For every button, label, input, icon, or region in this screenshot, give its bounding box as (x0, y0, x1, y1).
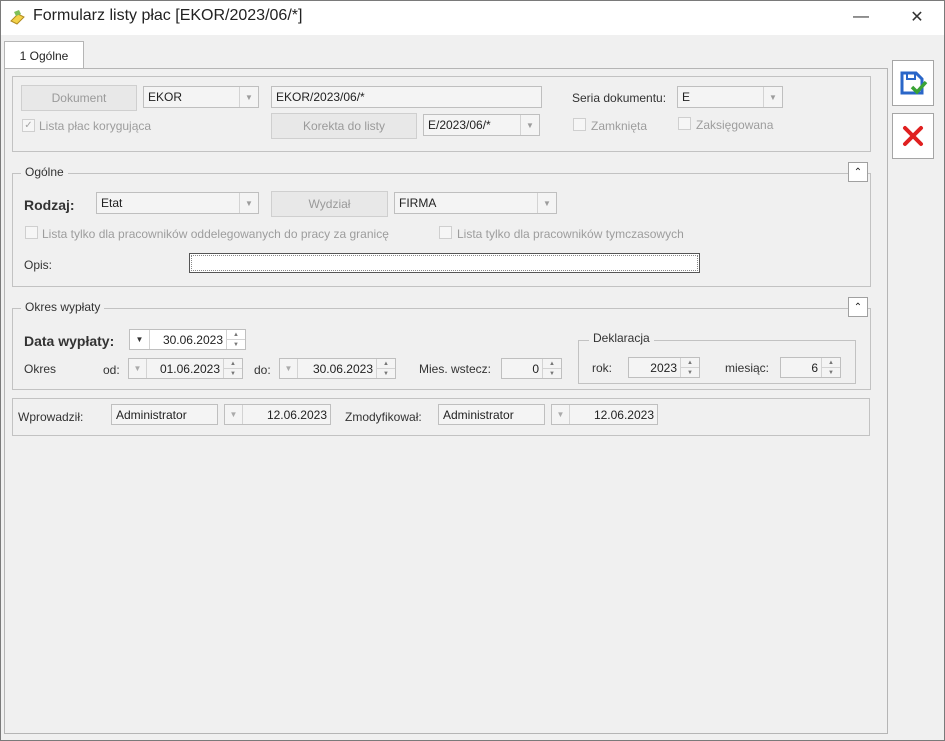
rodzaj-label: Rodzaj: (24, 197, 75, 213)
miesiac-value: 6 (811, 360, 818, 375)
do-label: do: (254, 363, 271, 377)
od-date-input[interactable]: ▼ 01.06.2023 ▲ ▼ (128, 358, 243, 379)
calendar-dropdown-icon[interactable]: ▼ (280, 359, 298, 378)
zamknieta-checkbox[interactable] (573, 118, 586, 131)
deklaracja-legend: Deklaracja (589, 331, 654, 345)
lista-korygujaca-label: Lista płac korygująca (39, 119, 152, 133)
spinner-icon[interactable]: ▲ ▼ (226, 330, 245, 349)
korekta-value: E/2023/06/* (428, 118, 491, 132)
spinner-icon[interactable]: ▲ ▼ (223, 359, 242, 378)
rok-value: 2023 (650, 360, 677, 375)
korekta-button-label: Korekta do listy (302, 119, 386, 133)
window-title: Formularz listy płac [EKOR/2023/06/*] (33, 7, 303, 24)
od-label: od: (103, 363, 120, 377)
double-chevron-up-icon: ⌃​ (853, 166, 863, 178)
chevron-down-icon: ▼ (239, 193, 258, 213)
mies-wstecz-label: Mies. wstecz: (419, 362, 492, 376)
app-icon (9, 9, 27, 25)
zmodyfikowal-user-field[interactable]: Administrator (438, 404, 545, 425)
dokument-number-field[interactable]: EKOR/2023/06/* (271, 86, 542, 108)
cancel-x-icon (903, 126, 923, 146)
rok-label: rok: (592, 361, 613, 375)
rodzaj-select[interactable]: Etat ▼ (96, 192, 259, 214)
dokument-number-value: EKOR/2023/06/* (276, 90, 365, 104)
double-chevron-up-icon: ⌃ (853, 301, 863, 313)
wprowadzil-user-field[interactable]: Administrator (111, 404, 218, 425)
od-date-value: 01.06.2023 (159, 361, 220, 376)
wprowadzil-date-field[interactable]: ▼ 12.06.2023 (224, 404, 331, 425)
tab-label: 1 Ogólne (19, 48, 69, 63)
do-date-value: 30.06.2023 (312, 361, 373, 376)
zmodyfikowal-user-value: Administrator (443, 407, 514, 422)
save-button[interactable] (892, 60, 934, 106)
miesiac-input[interactable]: 6 ▲ ▼ (780, 357, 841, 378)
zaksiegowana-checkbox[interactable] (678, 117, 691, 130)
zmodyfikowal-label: Zmodyfikował: (345, 410, 422, 424)
calendar-dropdown-icon[interactable]: ▼ (130, 330, 150, 349)
calendar-dropdown-icon[interactable]: ▼ (225, 405, 243, 424)
zamknieta-label: Zamknięta (591, 119, 648, 133)
rodzaj-value: Etat (101, 196, 123, 210)
okres-legend: Okres wypłaty (21, 300, 105, 314)
dokument-code-value: EKOR (148, 90, 183, 104)
wprowadzil-user-value: Administrator (116, 407, 187, 422)
chevron-down-icon: ▼ (520, 115, 539, 135)
okres-label: Okres (24, 362, 57, 376)
mies-wstecz-value: 0 (532, 361, 539, 376)
collapse-okres-button[interactable]: ⌃ (848, 297, 868, 317)
zaksiegowana-label: Zaksięgowana (696, 118, 774, 132)
chevron-down-icon: ▼ (239, 87, 258, 107)
korekta-select[interactable]: E/2023/06/* ▼ (423, 114, 540, 136)
do-date-input[interactable]: ▼ 30.06.2023 ▲ ▼ (279, 358, 396, 379)
zmodyfikowal-date-value: 12.06.2023 (593, 407, 654, 422)
chevron-down-icon: ▼ (537, 193, 556, 213)
dokument-button-label: Dokument (51, 91, 107, 105)
minimize-button[interactable]: — (846, 5, 876, 29)
calendar-dropdown-icon[interactable]: ▼ (552, 405, 570, 424)
opis-input[interactable] (189, 253, 700, 273)
save-check-icon (900, 71, 928, 95)
oddelegowani-label: Lista tylko dla pracowników oddelegowany… (42, 227, 389, 241)
spinner-icon[interactable]: ▲ ▼ (542, 359, 561, 378)
mies-wstecz-input[interactable]: 0 ▲ ▼ (501, 358, 562, 379)
ogolne-legend: Ogólne (21, 165, 68, 179)
seria-select[interactable]: E ▼ (677, 86, 783, 108)
lista-korygujaca-checkbox[interactable]: ✓ (22, 119, 35, 132)
wydzial-button[interactable]: Wydział (271, 191, 388, 217)
close-button[interactable]: ✕ (902, 5, 932, 29)
miesiac-label: miesiąc: (725, 361, 770, 375)
spinner-icon[interactable]: ▲ ▼ (680, 358, 699, 377)
cancel-button[interactable] (892, 113, 934, 159)
wydzial-value: FIRMA (399, 196, 437, 210)
wprowadzil-date-value: 12.06.2023 (266, 407, 327, 422)
wydzial-select[interactable]: FIRMA ▼ (394, 192, 557, 214)
chevron-down-icon: ▼ (763, 87, 782, 107)
tab-ogolne[interactable]: 1 Ogólne (4, 41, 84, 69)
spinner-icon[interactable]: ▲ ▼ (376, 359, 395, 378)
spinner-icon[interactable]: ▲ ▼ (821, 358, 840, 377)
wydzial-button-label: Wydział (308, 197, 351, 211)
korekta-button[interactable]: Korekta do listy (271, 113, 417, 139)
dokument-code-select[interactable]: EKOR ▼ (143, 86, 259, 108)
data-wyplaty-input[interactable]: ▼ 30.06.2023 ▲ ▼ (129, 329, 246, 350)
data-wyplaty-label: Data wypłaty: (24, 333, 115, 349)
calendar-dropdown-icon[interactable]: ▼ (129, 359, 147, 378)
opis-label: Opis: (24, 258, 53, 272)
collapse-ogolne-button[interactable]: ⌃​ (848, 162, 868, 182)
dokument-button[interactable]: Dokument (21, 85, 137, 111)
tymczasowi-label: Lista tylko dla pracowników tymczasowych (457, 227, 684, 241)
seria-value: E (682, 90, 691, 104)
wprowadzil-label: Wprowadził: (18, 410, 84, 424)
data-wyplaty-value: 30.06.2023 (162, 332, 223, 347)
oddelegowani-checkbox[interactable] (25, 226, 38, 239)
tymczasowi-checkbox[interactable] (439, 226, 452, 239)
seria-label: Seria dokumentu: (572, 91, 667, 105)
zmodyfikowal-date-field[interactable]: ▼ 12.06.2023 (551, 404, 658, 425)
rok-input[interactable]: 2023 ▲ ▼ (628, 357, 700, 378)
